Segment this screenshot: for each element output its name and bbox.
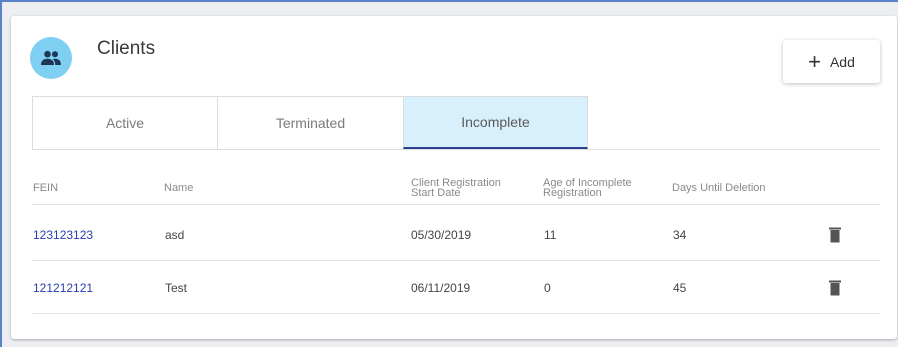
table-header-divider [32,204,880,205]
add-button-label: Add [829,53,855,70]
registration-start-date: 06/11/2019 [411,281,471,295]
column-header-fein: FEIN [33,182,59,194]
row-divider [32,313,880,314]
client-name: asd [165,228,185,242]
tab-incomplete[interactable]: Incomplete [403,97,588,149]
age-of-incomplete-registration: 11 [544,228,557,242]
client-name: Test [165,281,188,295]
clients-avatar [30,37,72,79]
add-client-button[interactable]: + Add [783,40,880,83]
days-until-deletion: 45 [673,281,687,295]
column-header-age: Age of Incomplete Registration [543,178,632,199]
fein-link[interactable]: 123123123 [33,228,93,242]
plus-icon: + [808,48,821,74]
page-title: Clients [97,38,156,59]
column-header-start-date-line2: Start Date [411,187,461,199]
tabs-divider [588,149,880,150]
column-header-name: Name [164,182,194,194]
client-status-tabs: Active Terminated Incomplete [32,96,588,150]
window-frame: Clients + Add Active Terminated Incomple… [0,0,898,347]
column-header-start-date: Client Registration Start Date [411,178,501,199]
days-until-deletion: 34 [673,228,687,242]
column-header-days-until-deletion: Days Until Deletion [672,182,766,194]
people-icon [41,50,61,65]
column-header-age-line2: Registration [543,187,602,199]
trash-icon[interactable] [828,280,842,296]
row-divider [32,260,880,261]
clients-card: Clients + Add Active Terminated Incomple… [11,16,897,339]
tab-terminated[interactable]: Terminated [217,97,403,149]
age-of-incomplete-registration: 0 [544,281,551,295]
fein-link[interactable]: 121212121 [33,281,93,295]
registration-start-date: 05/30/2019 [411,228,472,242]
trash-icon[interactable] [828,227,842,243]
tab-active[interactable]: Active [32,97,217,149]
